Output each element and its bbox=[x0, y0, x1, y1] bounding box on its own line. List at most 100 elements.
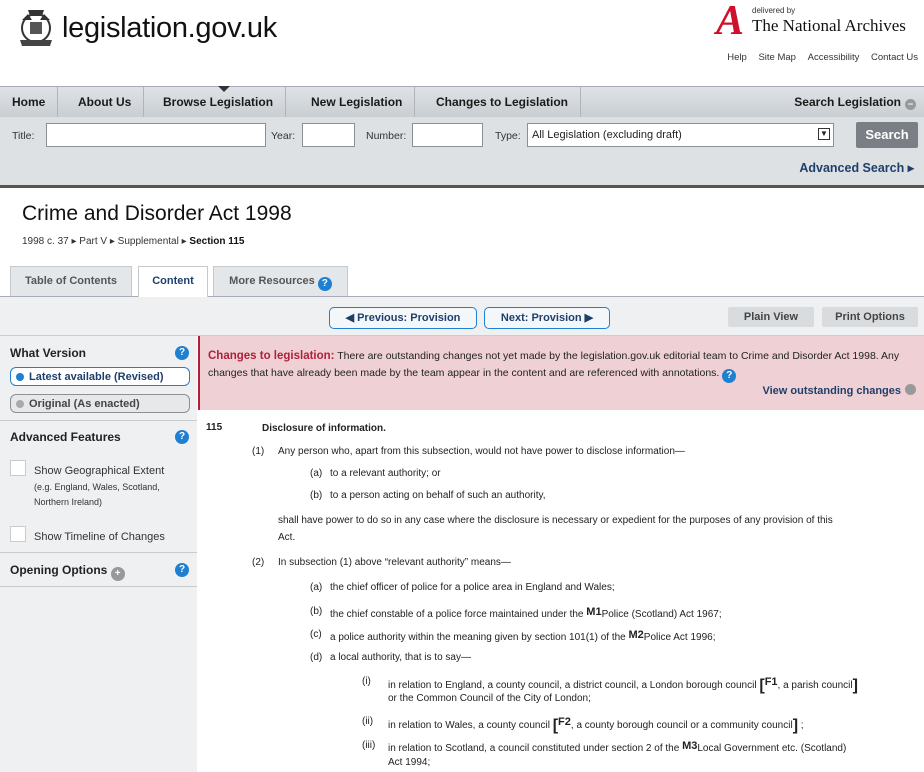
collapse-icon: − bbox=[905, 99, 916, 110]
amendment-bracket: ] bbox=[792, 717, 799, 734]
show-geo-extent-checkbox[interactable] bbox=[10, 460, 26, 476]
view-outstanding-changes-link[interactable]: View outstanding changes bbox=[762, 383, 916, 400]
sidebar-divider bbox=[0, 586, 197, 587]
sidebar: What Version? Latest available (Revised)… bbox=[0, 336, 197, 772]
print-options-button[interactable]: Print Options bbox=[822, 307, 918, 327]
subsection-number: (1) bbox=[252, 446, 265, 457]
search-button[interactable]: Search bbox=[856, 122, 918, 148]
marginal-note-m1[interactable]: M1 bbox=[586, 606, 601, 618]
show-timeline-option: Show Timeline of Changes bbox=[10, 526, 196, 546]
search-legislation-label: Search Legislation bbox=[794, 95, 901, 109]
main-nav: Home About Us Browse Legislation New Leg… bbox=[0, 86, 924, 117]
help-icon[interactable]: ? bbox=[317, 277, 332, 291]
opening-options-help-icon[interactable]: ? bbox=[175, 563, 189, 577]
subparagraph-text: in relation to Scotland, a council const… bbox=[388, 740, 846, 754]
tab-content[interactable]: Content bbox=[138, 266, 208, 297]
opening-options-heading[interactable]: Opening Options +? bbox=[10, 563, 190, 581]
tab-more-resources-label: More Resources bbox=[229, 275, 315, 287]
tna-name: The National Archives bbox=[752, 16, 906, 35]
site-map-link[interactable]: Site Map bbox=[758, 52, 796, 63]
show-timeline-label: Show Timeline of Changes bbox=[34, 531, 165, 543]
active-nav-pointer bbox=[218, 86, 230, 92]
subsection-text: In subsection (1) above “relevant author… bbox=[278, 557, 511, 568]
advanced-features-label: Advanced Features bbox=[10, 430, 121, 444]
tna-logo[interactable]: A delivered by The National Archives bbox=[716, 0, 916, 42]
annotation-f2[interactable]: F2 bbox=[558, 716, 571, 728]
what-version-label: What Version bbox=[10, 346, 87, 360]
expand-icon bbox=[905, 384, 916, 395]
nav-home[interactable]: Home bbox=[0, 87, 59, 117]
subparagraph-text-part: in relation to Scotland, a council const… bbox=[388, 743, 680, 754]
title-input[interactable] bbox=[46, 123, 266, 147]
paragraph-number: (c) bbox=[310, 629, 322, 640]
breadcrumb-part[interactable]: Part V ▸ bbox=[79, 236, 115, 247]
tab-more-resources[interactable]: More Resources ? bbox=[213, 266, 348, 296]
accessibility-link[interactable]: Accessibility bbox=[808, 52, 860, 63]
paragraph-text: to a relevant authority; or bbox=[330, 468, 441, 479]
search-legislation-toggle[interactable]: Search Legislation − bbox=[794, 87, 916, 117]
year-input[interactable] bbox=[302, 123, 355, 147]
show-geo-extent-option: Show Geographical Extent (e.g. England, … bbox=[10, 460, 196, 516]
advanced-features-heading: Advanced Features? bbox=[10, 430, 190, 444]
provision-toolbar: ◀ Previous: Provision Next: Provision ▶ … bbox=[0, 297, 924, 336]
tab-table-of-contents[interactable]: Table of Contents bbox=[10, 266, 132, 296]
paragraph-text: a police authority within the meaning gi… bbox=[330, 629, 716, 643]
what-version-heading: What Version? bbox=[10, 346, 190, 360]
show-geo-extent-label: Show Geographical Extent bbox=[34, 465, 165, 477]
plain-view-button[interactable]: Plain View bbox=[728, 307, 814, 327]
subparagraph-text-part: , a parish council bbox=[777, 680, 853, 691]
dropdown-arrow-icon: ▼ bbox=[818, 128, 830, 140]
number-input[interactable] bbox=[412, 123, 483, 147]
breadcrumb-act[interactable]: 1998 c. 37 ▸ bbox=[22, 236, 77, 247]
paragraph-text-part: the chief constable of a police force ma… bbox=[330, 609, 584, 620]
original-version-button[interactable]: Original (As enacted) bbox=[10, 394, 190, 413]
advanced-features-help-icon[interactable]: ? bbox=[175, 430, 189, 444]
subparagraph-text-part: in relation to England, a county council… bbox=[388, 680, 757, 691]
legislation-content: 115 Disclosure of information. (1) Any p… bbox=[198, 410, 924, 772]
show-timeline-checkbox[interactable] bbox=[10, 526, 26, 542]
section-heading: Disclosure of information. bbox=[262, 423, 386, 434]
subsection-continuation: shall have power to do so in any case wh… bbox=[278, 515, 833, 526]
paragraph-text-part: Police Act 1996; bbox=[643, 632, 716, 643]
title-label: Title: bbox=[12, 130, 35, 142]
subparagraph-text-part: Local Government etc. (Scotland) bbox=[697, 743, 847, 754]
opening-options-label: Opening Options bbox=[10, 563, 108, 577]
tna-a-icon: A bbox=[716, 0, 745, 44]
subparagraph-number: (ii) bbox=[362, 716, 374, 727]
type-select[interactable]: All Legislation (excluding draft) ▼ bbox=[527, 123, 834, 147]
amendment-bracket: ] bbox=[852, 677, 858, 694]
number-label: Number: bbox=[366, 130, 407, 142]
tabs-bar: Table of Contents Content More Resources… bbox=[0, 262, 924, 297]
site-title[interactable]: legislation.gov.uk bbox=[62, 12, 277, 45]
paragraph-text: a local authority, that is to say— bbox=[330, 652, 471, 663]
paragraph-text: the chief constable of a police force ma… bbox=[330, 606, 722, 620]
nav-about-us[interactable]: About Us bbox=[66, 87, 145, 117]
tna-delivered-by: delivered by bbox=[752, 6, 796, 15]
changes-help-icon[interactable]: ? bbox=[722, 369, 737, 383]
annotation-f1[interactable]: F1 bbox=[765, 676, 778, 688]
subsection-number: (2) bbox=[252, 557, 265, 568]
radio-selected-icon bbox=[16, 373, 24, 381]
expand-icon: + bbox=[110, 567, 125, 581]
what-version-help-icon[interactable]: ? bbox=[175, 346, 189, 360]
breadcrumb-supplemental[interactable]: Supplemental ▸ bbox=[118, 236, 187, 247]
paragraph-text-part: a police authority within the meaning gi… bbox=[330, 632, 626, 643]
advanced-search-link[interactable]: Advanced Search ▸ bbox=[799, 160, 914, 175]
latest-version-button[interactable]: Latest available (Revised) bbox=[10, 367, 190, 386]
breadcrumb-current: Section 115 bbox=[189, 236, 245, 247]
section-number: 115 bbox=[206, 422, 223, 433]
previous-provision-button[interactable]: ◀ Previous: Provision bbox=[329, 307, 477, 329]
help-link[interactable]: Help bbox=[727, 52, 747, 63]
type-select-value: All Legislation (excluding draft) bbox=[532, 129, 682, 141]
contact-us-link[interactable]: Contact Us bbox=[871, 52, 918, 63]
nav-new-legislation[interactable]: New Legislation bbox=[299, 87, 416, 117]
nav-changes-to-legislation[interactable]: Changes to Legislation bbox=[424, 87, 582, 117]
next-provision-button[interactable]: Next: Provision ▶ bbox=[484, 307, 610, 329]
sidebar-divider bbox=[0, 420, 197, 421]
paragraph-number: (a) bbox=[310, 468, 323, 479]
sidebar-divider bbox=[0, 552, 197, 553]
marginal-note-m3[interactable]: M3 bbox=[682, 740, 697, 752]
marginal-note-m2[interactable]: M2 bbox=[629, 629, 644, 641]
subparagraph-number: (iii) bbox=[362, 740, 376, 751]
top-links: Help Site Map Accessibility Contact Us bbox=[718, 52, 918, 63]
